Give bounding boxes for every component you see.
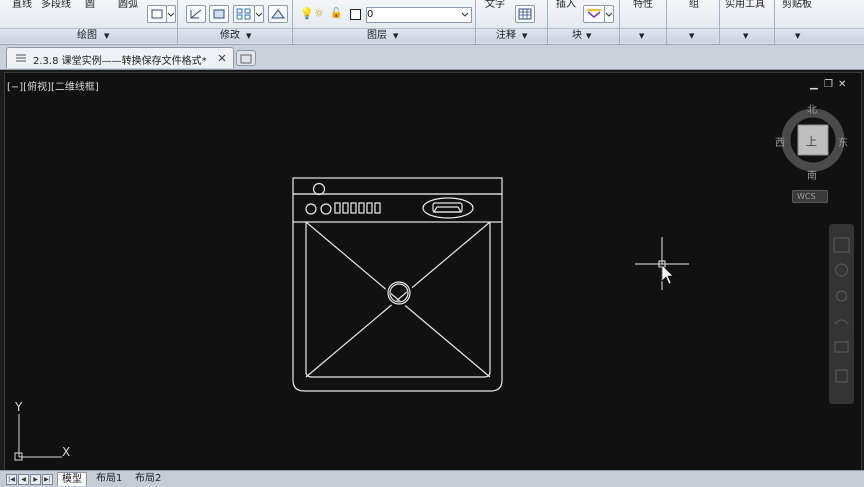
- compass-east[interactable]: 东: [838, 134, 848, 149]
- indicator-light: [366, 202, 373, 214]
- tab-layout1[interactable]: 布局1: [92, 472, 126, 485]
- pan-icon[interactable]: [835, 263, 848, 277]
- control-knob: [320, 203, 332, 215]
- indicator-light: [350, 202, 357, 214]
- nav-bar-icons: [833, 237, 850, 383]
- wcs-menu-button[interactable]: WCS: [792, 190, 828, 203]
- layout-tab-bar: |◀ ◀ ▶ ▶| 模型 布局1 布局2: [0, 470, 864, 487]
- ucs-y-label: Y: [15, 400, 23, 414]
- zoom-icon[interactable]: [836, 290, 847, 302]
- steering-wheel-icon[interactable]: [833, 237, 850, 253]
- ucs-icon: [14, 414, 62, 461]
- indicator-light: [342, 202, 349, 214]
- indicator-light: [374, 202, 381, 214]
- drawing-layer: [14, 108, 845, 461]
- top-knob: [312, 182, 326, 196]
- compass-south[interactable]: 南: [807, 167, 817, 182]
- viewcube-top-label: 上: [806, 135, 817, 148]
- tab-layout2[interactable]: 布局2: [131, 472, 165, 485]
- last-tab-button[interactable]: ▶|: [42, 474, 53, 485]
- ucs-x-label: X: [62, 445, 71, 459]
- first-tab-button[interactable]: |◀: [6, 474, 17, 485]
- crosshair-cursor: [635, 237, 689, 290]
- pointer-arrow-icon: [661, 264, 674, 285]
- wcs-label: WCS: [797, 192, 816, 201]
- washing-machine-drawing: [292, 177, 503, 392]
- prev-tab-button[interactable]: ◀: [18, 474, 29, 485]
- compass-west[interactable]: 西: [775, 134, 785, 149]
- indicator-light: [334, 202, 341, 214]
- indicator-light: [358, 202, 365, 214]
- handle-outer: [422, 197, 474, 219]
- orbit-icon[interactable]: [834, 319, 849, 325]
- next-tab-button[interactable]: ▶: [30, 474, 41, 485]
- handle-detail: [432, 206, 463, 213]
- control-knob: [305, 203, 317, 215]
- navigation-bar: [829, 224, 854, 404]
- tab-model[interactable]: 模型: [57, 472, 87, 486]
- showmotion-icon[interactable]: [834, 341, 849, 353]
- compass-north[interactable]: 北: [807, 101, 817, 116]
- control-panel: [292, 193, 503, 223]
- nav-menu-icon[interactable]: [835, 369, 848, 383]
